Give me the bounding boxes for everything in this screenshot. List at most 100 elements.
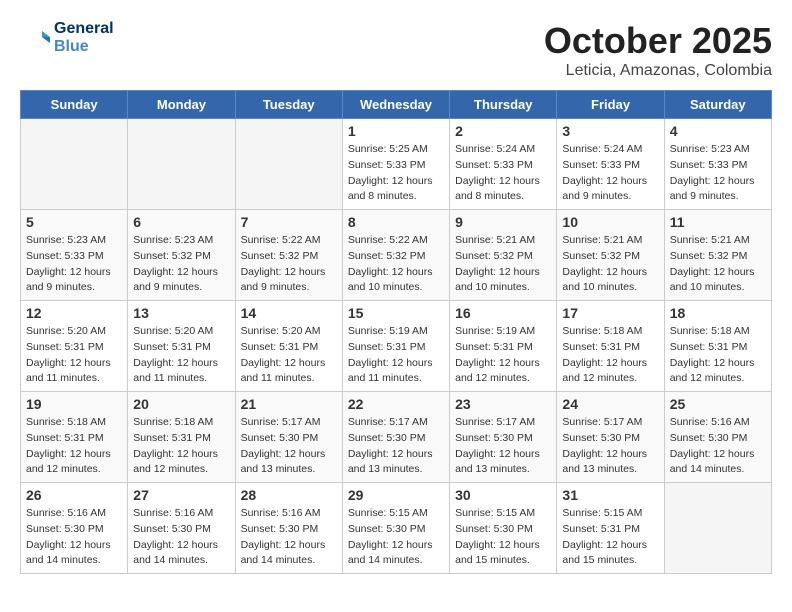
day-number: 13 xyxy=(133,305,229,321)
day-number: 3 xyxy=(562,123,658,139)
day-info: Sunrise: 5:21 AM Sunset: 5:32 PM Dayligh… xyxy=(670,233,766,296)
logo-line1: General xyxy=(54,20,114,38)
weekday-header-wednesday: Wednesday xyxy=(342,91,449,119)
calendar-cell: 20Sunrise: 5:18 AM Sunset: 5:31 PM Dayli… xyxy=(128,392,235,483)
weekday-header-friday: Friday xyxy=(557,91,664,119)
calendar-cell: 14 Sunrise: 5:20 AM Sunset: 5:31 PM Dayli… xyxy=(235,301,342,392)
calendar-cell xyxy=(664,483,771,574)
day-number: 21 xyxy=(241,396,337,412)
day-info: Sunrise: 5:20 AM Sunset: 5:31 PM Dayligh… xyxy=(241,324,337,387)
calendar-cell xyxy=(235,119,342,210)
day-number: 10 xyxy=(562,214,658,230)
day-number: 24 xyxy=(562,396,658,412)
day-number: 18 xyxy=(670,305,766,321)
calendar-cell: 24 Sunrise: 5:17 AM Sunset: 5:30 PM Dayli… xyxy=(557,392,664,483)
day-number: 27 xyxy=(133,487,229,503)
day-info: Sunrise: 5:24 AM Sunset: 5:33 PM Dayligh… xyxy=(455,142,551,205)
logo-line2: Blue xyxy=(54,38,114,56)
day-info: Sunrise: 5:17 AM Sunset: 5:30 PM Dayligh… xyxy=(348,415,444,478)
logo-icon xyxy=(20,23,50,53)
day-info: Sunrise: 5:20 AM Sunset: 5:31 PM Dayligh… xyxy=(133,324,229,387)
calendar-cell xyxy=(128,119,235,210)
day-info: Sunrise: 5:19 AM Sunset: 5:31 PM Dayligh… xyxy=(348,324,444,387)
day-number: 23 xyxy=(455,396,551,412)
day-info: Sunrise: 5:21 AM Sunset: 5:32 PM Dayligh… xyxy=(455,233,551,296)
calendar-cell: 31Sunrise: 5:15 AM Sunset: 5:31 PM Dayli… xyxy=(557,483,664,574)
weekday-header-tuesday: Tuesday xyxy=(235,91,342,119)
calendar-cell: 15Sunrise: 5:19 AM Sunset: 5:31 PM Dayli… xyxy=(342,301,449,392)
calendar-header-row: SundayMondayTuesdayWednesdayThursdayFrid… xyxy=(21,91,772,119)
day-number: 30 xyxy=(455,487,551,503)
day-info: Sunrise: 5:18 AM Sunset: 5:31 PM Dayligh… xyxy=(133,415,229,478)
calendar-cell: 1 Sunrise: 5:25 AM Sunset: 5:33 PM Daylig… xyxy=(342,119,449,210)
day-info: Sunrise: 5:16 AM Sunset: 5:30 PM Dayligh… xyxy=(133,506,229,569)
day-info: Sunrise: 5:16 AM Sunset: 5:30 PM Dayligh… xyxy=(241,506,337,569)
calendar-cell: 2Sunrise: 5:24 AM Sunset: 5:33 PM Daylig… xyxy=(450,119,557,210)
day-info: Sunrise: 5:23 AM Sunset: 5:33 PM Dayligh… xyxy=(26,233,122,296)
day-info: Sunrise: 5:18 AM Sunset: 5:31 PM Dayligh… xyxy=(26,415,122,478)
calendar-week-5: 26 Sunrise: 5:16 AM Sunset: 5:30 PM Dayli… xyxy=(21,483,772,574)
day-number: 12 xyxy=(26,305,122,321)
day-info: Sunrise: 5:17 AM Sunset: 5:30 PM Dayligh… xyxy=(562,415,658,478)
day-number: 14 xyxy=(241,305,337,321)
calendar-week-3: 12 Sunrise: 5:20 AM Sunset: 5:31 PM Dayli… xyxy=(21,301,772,392)
calendar-cell: 4 Sunrise: 5:23 AM Sunset: 5:33 PM Daylig… xyxy=(664,119,771,210)
day-info: Sunrise: 5:16 AM Sunset: 5:30 PM Dayligh… xyxy=(26,506,122,569)
calendar-week-4: 19 Sunrise: 5:18 AM Sunset: 5:31 PM Dayli… xyxy=(21,392,772,483)
day-number: 25 xyxy=(670,396,766,412)
weekday-header-thursday: Thursday xyxy=(450,91,557,119)
logo: General Blue xyxy=(20,20,114,55)
calendar-cell: 11 Sunrise: 5:21 AM Sunset: 5:32 PM Dayli… xyxy=(664,210,771,301)
day-info: Sunrise: 5:23 AM Sunset: 5:33 PM Dayligh… xyxy=(670,142,766,205)
day-info: Sunrise: 5:25 AM Sunset: 5:33 PM Dayligh… xyxy=(348,142,444,205)
location-subtitle: Leticia, Amazonas, Colombia xyxy=(544,62,772,80)
calendar-cell: 21 Sunrise: 5:17 AM Sunset: 5:30 PM Dayli… xyxy=(235,392,342,483)
day-info: Sunrise: 5:19 AM Sunset: 5:31 PM Dayligh… xyxy=(455,324,551,387)
calendar-cell: 5 Sunrise: 5:23 AM Sunset: 5:33 PM Daylig… xyxy=(21,210,128,301)
calendar-cell: 25Sunrise: 5:16 AM Sunset: 5:30 PM Dayli… xyxy=(664,392,771,483)
day-info: Sunrise: 5:20 AM Sunset: 5:31 PM Dayligh… xyxy=(26,324,122,387)
day-number: 8 xyxy=(348,214,444,230)
day-info: Sunrise: 5:15 AM Sunset: 5:30 PM Dayligh… xyxy=(348,506,444,569)
calendar-cell: 7Sunrise: 5:22 AM Sunset: 5:32 PM Daylig… xyxy=(235,210,342,301)
calendar-cell: 17 Sunrise: 5:18 AM Sunset: 5:31 PM Dayli… xyxy=(557,301,664,392)
calendar-cell: 16Sunrise: 5:19 AM Sunset: 5:31 PM Dayli… xyxy=(450,301,557,392)
day-info: Sunrise: 5:24 AM Sunset: 5:33 PM Dayligh… xyxy=(562,142,658,205)
calendar-cell: 6Sunrise: 5:23 AM Sunset: 5:32 PM Daylig… xyxy=(128,210,235,301)
logo-text: General Blue xyxy=(54,20,114,55)
day-info: Sunrise: 5:22 AM Sunset: 5:32 PM Dayligh… xyxy=(348,233,444,296)
calendar-table: SundayMondayTuesdayWednesdayThursdayFrid… xyxy=(20,90,772,574)
page-header: General Blue October 2025 Leticia, Amazo… xyxy=(20,20,772,80)
day-number: 28 xyxy=(241,487,337,503)
calendar-week-2: 5 Sunrise: 5:23 AM Sunset: 5:33 PM Daylig… xyxy=(21,210,772,301)
month-title: October 2025 xyxy=(544,20,772,62)
day-number: 19 xyxy=(26,396,122,412)
day-number: 1 xyxy=(348,123,444,139)
day-number: 29 xyxy=(348,487,444,503)
day-number: 4 xyxy=(670,123,766,139)
day-number: 31 xyxy=(562,487,658,503)
day-number: 11 xyxy=(670,214,766,230)
calendar-cell: 12 Sunrise: 5:20 AM Sunset: 5:31 PM Dayli… xyxy=(21,301,128,392)
calendar-cell: 22Sunrise: 5:17 AM Sunset: 5:30 PM Dayli… xyxy=(342,392,449,483)
day-info: Sunrise: 5:18 AM Sunset: 5:31 PM Dayligh… xyxy=(562,324,658,387)
calendar-cell: 3 Sunrise: 5:24 AM Sunset: 5:33 PM Daylig… xyxy=(557,119,664,210)
calendar-cell: 18Sunrise: 5:18 AM Sunset: 5:31 PM Dayli… xyxy=(664,301,771,392)
calendar-cell: 10 Sunrise: 5:21 AM Sunset: 5:32 PM Dayli… xyxy=(557,210,664,301)
day-number: 26 xyxy=(26,487,122,503)
calendar-cell: 13 Sunrise: 5:20 AM Sunset: 5:31 PM Dayli… xyxy=(128,301,235,392)
weekday-header-saturday: Saturday xyxy=(664,91,771,119)
calendar-cell xyxy=(21,119,128,210)
calendar-week-1: 1 Sunrise: 5:25 AM Sunset: 5:33 PM Daylig… xyxy=(21,119,772,210)
day-number: 5 xyxy=(26,214,122,230)
calendar-cell: 9Sunrise: 5:21 AM Sunset: 5:32 PM Daylig… xyxy=(450,210,557,301)
calendar-cell: 30Sunrise: 5:15 AM Sunset: 5:30 PM Dayli… xyxy=(450,483,557,574)
day-info: Sunrise: 5:17 AM Sunset: 5:30 PM Dayligh… xyxy=(241,415,337,478)
day-number: 17 xyxy=(562,305,658,321)
calendar-cell: 28 Sunrise: 5:16 AM Sunset: 5:30 PM Dayli… xyxy=(235,483,342,574)
day-number: 7 xyxy=(241,214,337,230)
day-info: Sunrise: 5:21 AM Sunset: 5:32 PM Dayligh… xyxy=(562,233,658,296)
weekday-header-monday: Monday xyxy=(128,91,235,119)
day-info: Sunrise: 5:17 AM Sunset: 5:30 PM Dayligh… xyxy=(455,415,551,478)
calendar-cell: 23 Sunrise: 5:17 AM Sunset: 5:30 PM Dayli… xyxy=(450,392,557,483)
